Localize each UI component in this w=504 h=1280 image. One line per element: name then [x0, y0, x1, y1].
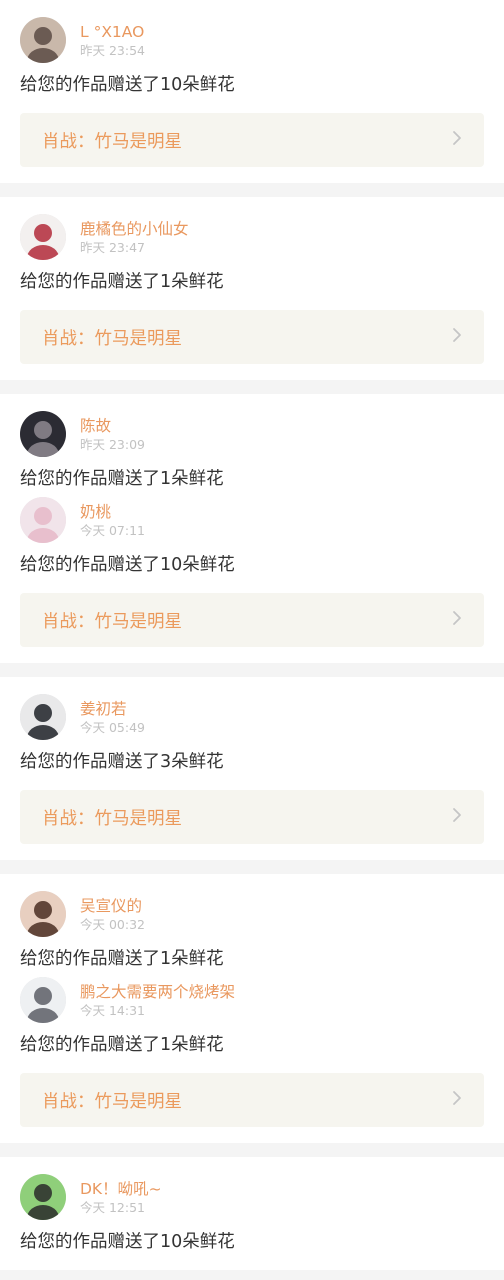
work-title: 肖战：竹马是明星: [42, 328, 182, 349]
avatar-rabbit-icon[interactable]: [20, 977, 66, 1023]
avatar-girl-red-hood-icon[interactable]: [20, 214, 66, 260]
username[interactable]: 姜初若: [80, 699, 145, 719]
user-meta: L °X1AO 昨天 23:54: [80, 22, 145, 59]
user-row: 姜初若 今天 05:49: [20, 692, 484, 742]
gift-message: 给您的作品赠送了10朵鲜花: [20, 75, 235, 95]
gift-entry: DK！呦吼~ 今天 12:51 给您的作品赠送了10朵鲜花: [20, 1172, 484, 1254]
gift-message: 给您的作品赠送了1朵鲜花: [20, 469, 224, 489]
user-row: 奶桃 今天 07:11: [20, 495, 484, 545]
user-meta: 吴宣仪的 今天 00:32: [80, 896, 145, 933]
work-title: 肖战：竹马是明星: [42, 611, 182, 632]
user-row: 吴宣仪的 今天 00:32: [20, 889, 484, 939]
gift-message: 给您的作品赠送了1朵鲜花: [20, 949, 224, 969]
chevron-right-icon: [452, 807, 462, 827]
user-meta: 姜初若 今天 05:49: [80, 699, 145, 736]
gift-entry: 鹏之大需要两个烧烤架 今天 14:31 给您的作品赠送了1朵鲜花: [20, 975, 484, 1057]
user-meta: 陈故 昨天 23:09: [80, 416, 145, 453]
timestamp: 今天 14:31: [80, 1002, 145, 1018]
work-link-button[interactable]: 肖战：竹马是明星: [20, 790, 484, 844]
user-row: 鹿橘色的小仙女 昨天 23:47: [20, 212, 484, 262]
gift-entry: L °X1AO 昨天 23:54 给您的作品赠送了10朵鲜花: [20, 15, 484, 97]
notification-card: 吴宣仪的 今天 00:32 给您的作品赠送了1朵鲜花 鹏之大需要两个烧烤架 今天 14:…: [0, 874, 504, 1143]
work-link-button[interactable]: 肖战：竹马是明星: [20, 1073, 484, 1127]
notification-card: L °X1AO 昨天 23:54 给您的作品赠送了10朵鲜花肖战：竹马是明星: [0, 0, 504, 183]
timestamp: 昨天 23:09: [80, 436, 145, 452]
username[interactable]: 吴宣仪的: [80, 896, 145, 916]
timestamp: 昨天 23:47: [80, 239, 145, 255]
timestamp: 今天 12:51: [80, 1199, 145, 1215]
timestamp: 昨天 23:54: [80, 42, 145, 58]
user-row: L °X1AO 昨天 23:54: [20, 15, 484, 65]
avatar-cartoon-girl-icon[interactable]: [20, 1174, 66, 1220]
gift-entry: 吴宣仪的 今天 00:32 给您的作品赠送了1朵鲜花: [20, 889, 484, 971]
username[interactable]: 鹏之大需要两个烧烤架: [80, 982, 235, 1002]
chevron-right-icon: [452, 327, 462, 347]
work-link-button[interactable]: 肖战：竹马是明星: [20, 593, 484, 647]
gift-message: 给您的作品赠送了10朵鲜花: [20, 555, 235, 575]
user-row: DK！呦吼~ 今天 12:51: [20, 1172, 484, 1222]
username[interactable]: 奶桃: [80, 502, 145, 522]
gift-entry: 陈故 昨天 23:09 给您的作品赠送了1朵鲜花: [20, 409, 484, 491]
username[interactable]: 陈故: [80, 416, 145, 436]
username[interactable]: 鹿橘色的小仙女: [80, 219, 189, 239]
username[interactable]: L °X1AO: [80, 22, 145, 42]
avatar-dark-profile-icon[interactable]: [20, 411, 66, 457]
user-meta: DK！呦吼~ 今天 12:51: [80, 1179, 162, 1216]
user-meta: 鹏之大需要两个烧烤架 今天 14:31: [80, 982, 235, 1019]
avatar-girl-portrait-icon[interactable]: [20, 891, 66, 937]
timestamp: 今天 07:11: [80, 522, 145, 538]
avatar-boy-black-icon[interactable]: [20, 694, 66, 740]
notification-card: DK！呦吼~ 今天 12:51 给您的作品赠送了10朵鲜花: [0, 1157, 504, 1270]
gift-notification-feed: L °X1AO 昨天 23:54 给您的作品赠送了10朵鲜花 肖战：竹马是明星 鹿橘色的…: [0, 0, 504, 1270]
notification-card: 姜初若 今天 05:49 给您的作品赠送了3朵鲜花肖战：竹马是明星: [0, 677, 504, 860]
user-meta: 奶桃 今天 07:11: [80, 502, 145, 539]
gift-message: 给您的作品赠送了1朵鲜花: [20, 1035, 224, 1055]
avatar-pink-hair-icon[interactable]: [20, 497, 66, 543]
gift-entry: 鹿橘色的小仙女 昨天 23:47 给您的作品赠送了1朵鲜花: [20, 212, 484, 294]
timestamp: 今天 05:49: [80, 719, 145, 735]
timestamp: 今天 00:32: [80, 916, 145, 932]
gift-entry: 奶桃 今天 07:11 给您的作品赠送了10朵鲜花: [20, 495, 484, 577]
work-title: 肖战：竹马是明星: [42, 808, 182, 829]
user-row: 陈故 昨天 23:09: [20, 409, 484, 459]
gift-message: 给您的作品赠送了3朵鲜花: [20, 752, 224, 772]
gift-message: 给您的作品赠送了10朵鲜花: [20, 1232, 235, 1252]
chevron-right-icon: [452, 1090, 462, 1110]
notification-card: 鹿橘色的小仙女 昨天 23:47 给您的作品赠送了1朵鲜花肖战：竹马是明星: [0, 197, 504, 380]
username[interactable]: DK！呦吼~: [80, 1179, 162, 1199]
gift-message: 给您的作品赠送了1朵鲜花: [20, 272, 224, 292]
chevron-right-icon: [452, 130, 462, 150]
avatar-two-girls-icon[interactable]: [20, 17, 66, 63]
user-row: 鹏之大需要两个烧烤架 今天 14:31: [20, 975, 484, 1025]
notification-card: 陈故 昨天 23:09 给您的作品赠送了1朵鲜花奶桃 今天 07:11 给您的作品赠送了…: [0, 394, 504, 663]
chevron-right-icon: [452, 610, 462, 630]
work-link-button[interactable]: 肖战：竹马是明星: [20, 310, 484, 364]
work-title: 肖战：竹马是明星: [42, 1091, 182, 1112]
work-link-button[interactable]: 肖战：竹马是明星: [20, 113, 484, 167]
user-meta: 鹿橘色的小仙女 昨天 23:47: [80, 219, 189, 256]
work-title: 肖战：竹马是明星: [42, 131, 182, 152]
gift-entry: 姜初若 今天 05:49 给您的作品赠送了3朵鲜花: [20, 692, 484, 774]
